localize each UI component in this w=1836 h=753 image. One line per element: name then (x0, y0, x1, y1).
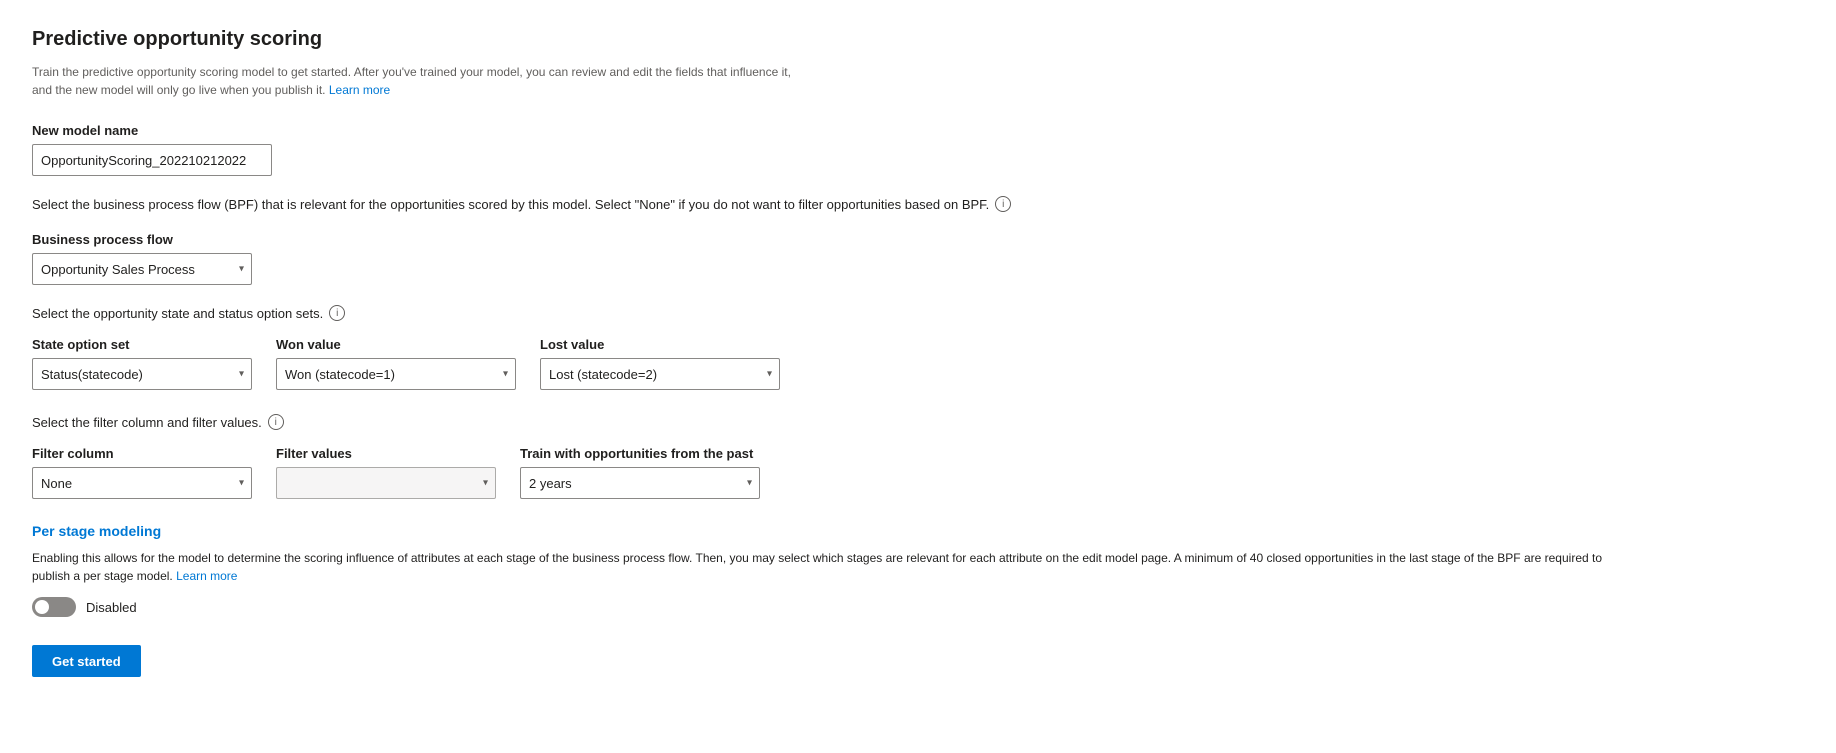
model-name-label: New model name (32, 123, 1768, 138)
lost-select-wrapper: Lost (statecode=2) ▾ (540, 358, 780, 390)
won-value-group: Won value Won (statecode=1) ▾ (276, 337, 516, 390)
model-name-input[interactable] (32, 144, 272, 176)
toggle-thumb (35, 600, 49, 614)
toggle-row: Disabled (32, 597, 1768, 617)
filter-column-group: Filter column None ▾ (32, 446, 252, 499)
train-select-wrapper: 1 year 2 years 3 years 5 years ▾ (520, 467, 760, 499)
filter-values-group: Filter values ▾ (276, 446, 496, 499)
bpf-description-text: Select the business process flow (BPF) t… (32, 197, 989, 212)
state-label: State option set (32, 337, 252, 352)
page-description-text: Train the predictive opportunity scoring… (32, 65, 791, 97)
page-title: Predictive opportunity scoring (32, 28, 1768, 51)
bpf-label: Business process flow (32, 232, 1768, 247)
lost-select[interactable]: Lost (statecode=2) (540, 358, 780, 390)
page-description: Train the predictive opportunity scoring… (32, 63, 792, 99)
model-name-section: New model name (32, 123, 1768, 176)
train-label: Train with opportunities from the past (520, 446, 760, 461)
filter-description-text: Select the filter column and filter valu… (32, 415, 262, 430)
state-select[interactable]: Status(statecode) (32, 358, 252, 390)
footer: Get started (32, 645, 1768, 677)
per-stage-description: Enabling this allows for the model to de… (32, 549, 1632, 585)
filter-values-label: Filter values (276, 446, 496, 461)
filter-column-wrapper: None ▾ (32, 467, 252, 499)
train-group: Train with opportunities from the past 1… (520, 446, 760, 499)
per-stage-learn-more-link[interactable]: Learn more (176, 569, 237, 583)
state-fields-row: State option set Status(statecode) ▾ Won… (32, 337, 1768, 390)
filter-section-description: Select the filter column and filter valu… (32, 414, 1768, 430)
state-description-text: Select the opportunity state and status … (32, 306, 323, 321)
filter-fields-row: Filter column None ▾ Filter values ▾ (32, 446, 1768, 499)
filter-column-select[interactable]: None (32, 467, 252, 499)
filter-section: Select the filter column and filter valu… (32, 414, 1768, 499)
won-select[interactable]: Won (statecode=1) (276, 358, 516, 390)
page-container: Predictive opportunity scoring Train the… (0, 0, 1800, 705)
per-stage-toggle[interactable] (32, 597, 76, 617)
state-option-group: State option set Status(statecode) ▾ (32, 337, 252, 390)
per-stage-description-text: Enabling this allows for the model to de… (32, 551, 1602, 583)
per-stage-title: Per stage modeling (32, 523, 1768, 539)
train-select[interactable]: 1 year 2 years 3 years 5 years (520, 467, 760, 499)
bpf-select-wrapper: Opportunity Sales Process None ▾ (32, 253, 252, 285)
filter-values-wrapper: ▾ (276, 467, 496, 499)
state-info-icon[interactable]: i (329, 305, 345, 321)
filter-values-select[interactable] (276, 467, 496, 499)
bpf-select[interactable]: Opportunity Sales Process None (32, 253, 252, 285)
bpf-field-group: Business process flow Opportunity Sales … (32, 232, 1768, 285)
filter-info-icon[interactable]: i (268, 414, 284, 430)
state-section: Select the opportunity state and status … (32, 305, 1768, 390)
bpf-section-description: Select the business process flow (BPF) t… (32, 196, 1768, 212)
toggle-label: Disabled (86, 600, 137, 615)
won-label: Won value (276, 337, 516, 352)
state-select-wrapper: Status(statecode) ▾ (32, 358, 252, 390)
lost-label: Lost value (540, 337, 780, 352)
lost-value-group: Lost value Lost (statecode=2) ▾ (540, 337, 780, 390)
bpf-info-icon[interactable]: i (995, 196, 1011, 212)
won-select-wrapper: Won (statecode=1) ▾ (276, 358, 516, 390)
get-started-button[interactable]: Get started (32, 645, 141, 677)
state-section-description: Select the opportunity state and status … (32, 305, 1768, 321)
per-stage-section: Per stage modeling Enabling this allows … (32, 523, 1768, 617)
filter-column-label: Filter column (32, 446, 252, 461)
learn-more-link[interactable]: Learn more (329, 83, 390, 97)
